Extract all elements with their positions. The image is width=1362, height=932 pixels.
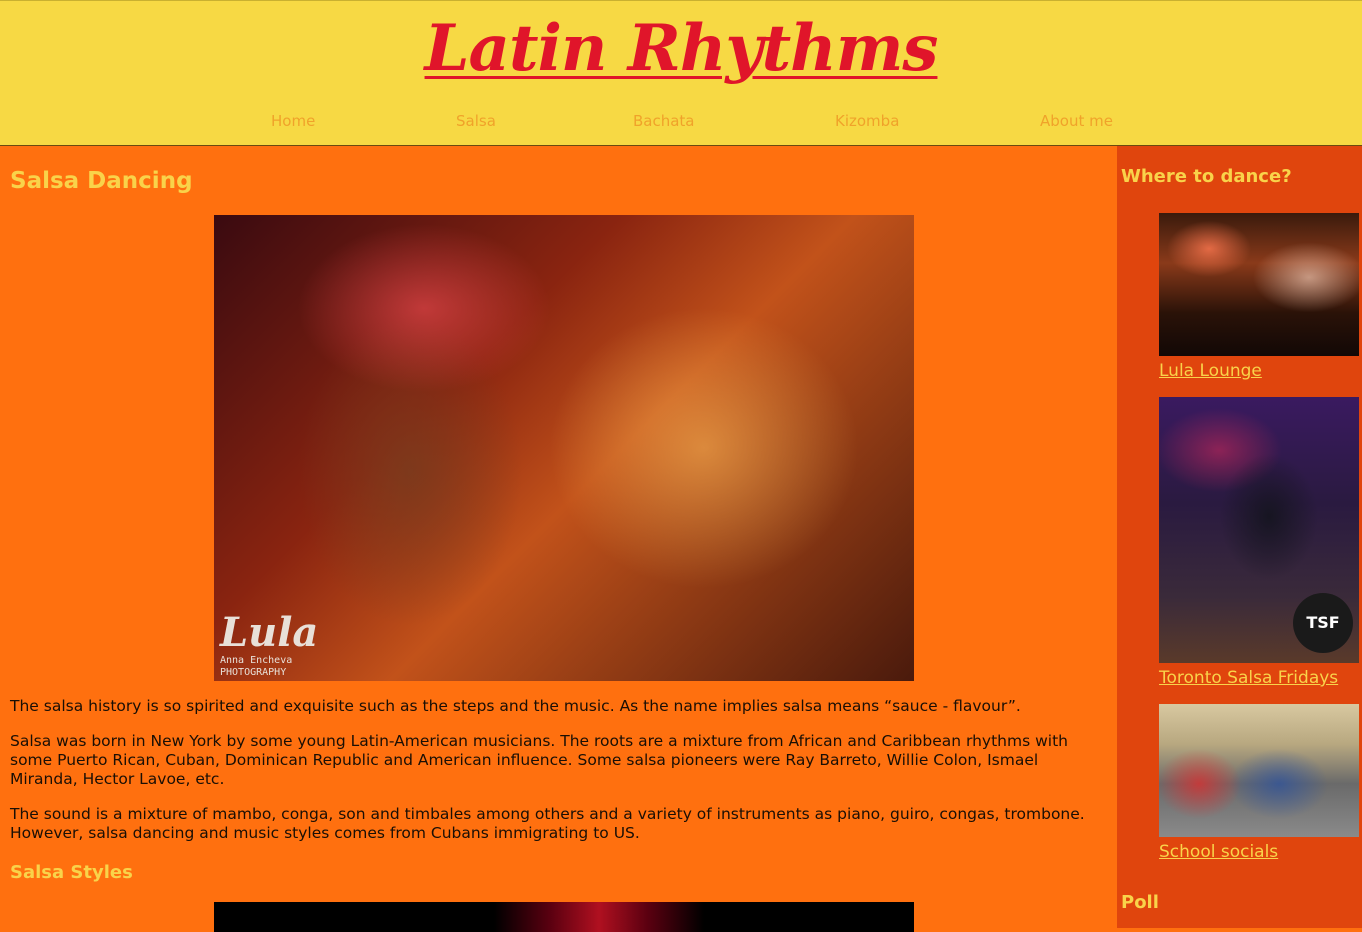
- venue-link-toronto-salsa-fridays[interactable]: Toronto Salsa Fridays: [1159, 668, 1338, 688]
- photo-watermark: Lula Anna Encheva PHOTOGRAPHY: [220, 611, 318, 679]
- site-title-link[interactable]: Latin Rhythms: [425, 11, 939, 86]
- site-header: Latin Rhythms Home Salsa Bachata Kizomba…: [0, 0, 1362, 146]
- site-title-wrap: Latin Rhythms: [0, 11, 1362, 86]
- venue-link-lula-lounge[interactable]: Lula Lounge: [1159, 361, 1262, 381]
- nav-bachata[interactable]: Bachata: [633, 112, 695, 130]
- watermark-logo: Lula: [220, 609, 319, 656]
- poll-heading: Poll: [1121, 892, 1159, 913]
- paragraph-intro: The salsa history is so spirited and exq…: [10, 697, 1021, 715]
- nav-salsa[interactable]: Salsa: [456, 112, 496, 130]
- tsf-logo: TSF: [1293, 593, 1353, 653]
- paragraph-origin: Salsa was born in New York by some young…: [10, 732, 1068, 788]
- venue-link-school-socials[interactable]: School socials: [1159, 842, 1278, 862]
- section-heading-styles: Salsa Styles: [10, 862, 133, 883]
- venue-image-lula-lounge[interactable]: [1159, 213, 1359, 356]
- page-heading: Salsa Dancing: [10, 168, 193, 194]
- nav-home[interactable]: Home: [271, 112, 315, 130]
- paragraph-sound: The sound is a mixture of mambo, conga, …: [10, 805, 1085, 842]
- venue-image-toronto-salsa-fridays[interactable]: TSF: [1159, 397, 1359, 663]
- venue-image-school-socials[interactable]: [1159, 704, 1359, 837]
- nav-kizomba[interactable]: Kizomba: [835, 112, 899, 130]
- hero-image: Lula Anna Encheva PHOTOGRAPHY: [214, 215, 914, 681]
- sidebar: Where to dance? Lula Lounge TSF Toronto …: [1117, 146, 1362, 928]
- main-content: Salsa Dancing Lula Anna Encheva PHOTOGRA…: [0, 146, 1117, 932]
- watermark-credit-role: PHOTOGRAPHY: [220, 667, 287, 678]
- sidebar-heading: Where to dance?: [1121, 166, 1292, 187]
- nav-about-me[interactable]: About me: [1040, 112, 1113, 130]
- watermark-credit-name: Anna Encheva: [220, 655, 293, 666]
